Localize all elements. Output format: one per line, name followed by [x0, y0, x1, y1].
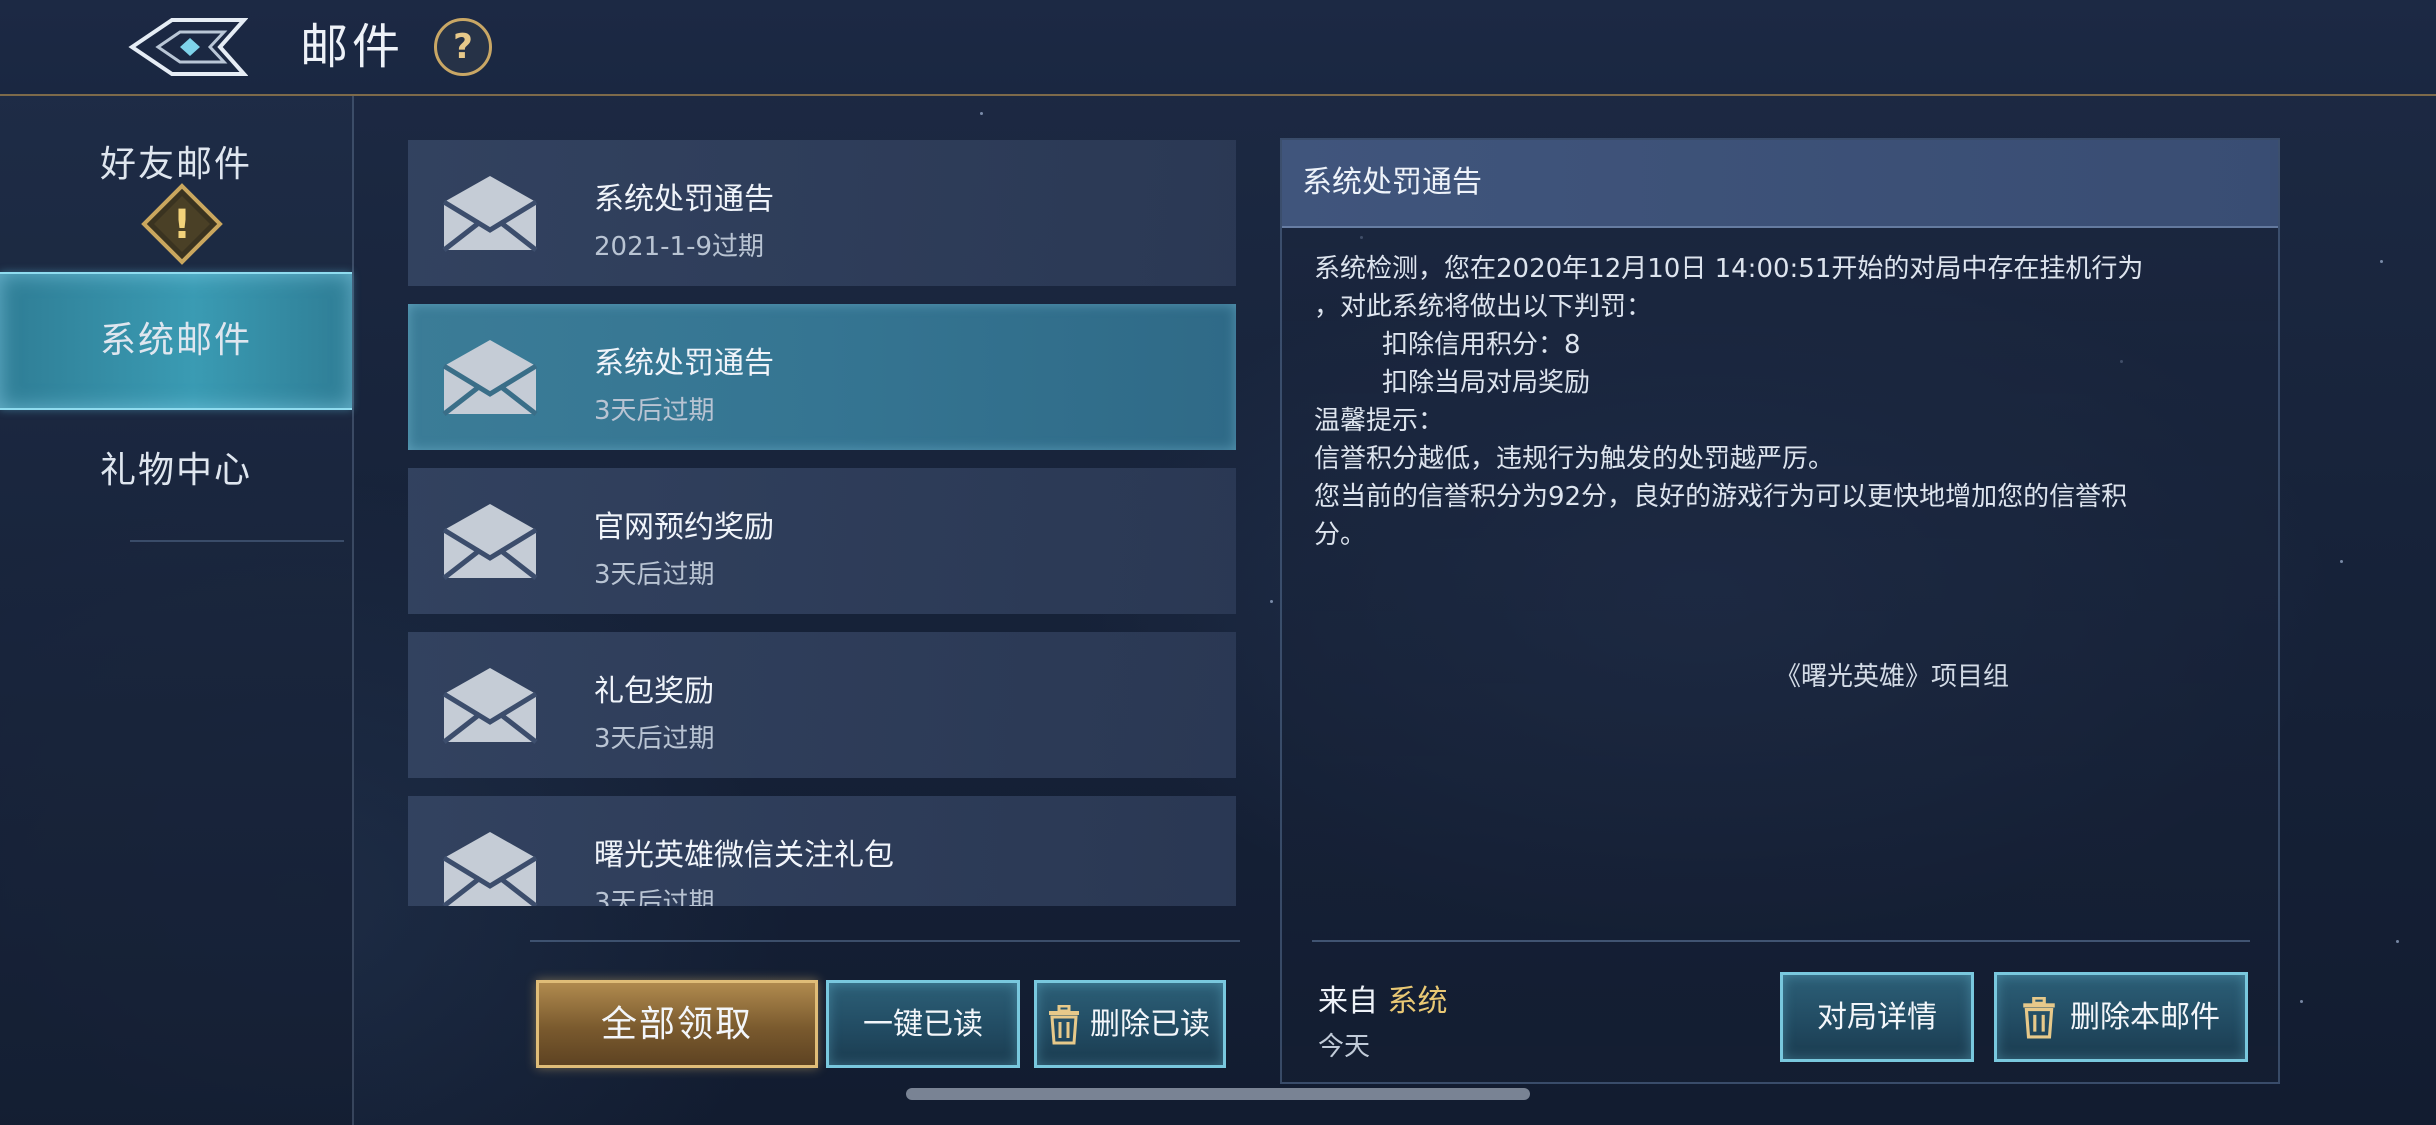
sidebar-item-label: 礼物中心 — [99, 450, 252, 491]
mail-body-line: 扣除信用积分：8 — [1382, 330, 1581, 360]
mail-body-line: 扣除当局对局奖励 — [1382, 368, 1591, 398]
sidebar-item-system-mail[interactable]: 系统邮件 — [0, 272, 352, 410]
claim-all-button[interactable]: 全部领取 — [536, 980, 818, 1068]
mail-title: 系统处罚通告 — [594, 346, 774, 381]
mail-body-line: 系统检测，您在2020年12月10日 14:00:51开始的对局中存在挂机行为 — [1314, 254, 2144, 284]
mail-detail-panel: 系统处罚通告 系统检测，您在2020年12月10日 14:00:51开始的对局中… — [1280, 138, 2280, 1084]
mail-list-item[interactable]: 系统处罚通告 2021-1-9过期 — [408, 140, 1236, 286]
mail-title: 礼包奖励 — [594, 674, 714, 709]
sidebar-divider — [130, 540, 344, 542]
envelope-icon — [442, 340, 538, 416]
mail-expiry: 3天后过期 — [594, 396, 715, 426]
mail-expiry: 3天后过期 — [594, 724, 715, 754]
mail-body-line: 信誉积分越低，违规行为触发的处罚越严厉。 — [1314, 444, 1835, 474]
mail-body-line: 分。 — [1314, 520, 1367, 550]
detail-header: 系统处罚通告 — [1282, 140, 2278, 228]
top-bar: 邮件 ? — [0, 0, 2436, 96]
mail-title: 官网预约奖励 — [594, 510, 774, 545]
sender-prefix: 来自 — [1318, 984, 1378, 1019]
mail-title: 系统处罚通告 — [594, 182, 774, 217]
sender-line: 来自 系统 — [1318, 976, 1448, 1020]
mail-signature: 《曙光英雄》项目组 — [1774, 662, 2009, 692]
detail-title: 系统处罚通告 — [1302, 165, 1482, 200]
envelope-icon — [442, 668, 538, 744]
mail-list-item[interactable]: 礼包奖励 3天后过期 — [408, 632, 1236, 778]
mail-expiry: 2021-1-9过期 — [594, 232, 765, 262]
sidebar-item-label: 系统邮件 — [99, 320, 252, 361]
delete-mail-button[interactable]: 删除本邮件 — [1994, 972, 2248, 1062]
mail-body-line: ，对此系统将做出以下判罚： — [1314, 292, 1653, 322]
warning-badge-text: ! — [173, 202, 191, 248]
sidebar-item-gift-center[interactable]: 礼物中心 — [0, 404, 352, 538]
mail-title: 曙光英雄微信关注礼包 — [594, 838, 894, 873]
mail-body: 系统检测，您在2020年12月10日 14:00:51开始的对局中存在挂机行为 … — [1314, 250, 2254, 554]
mail-body-line: 您当前的信誉积分为92分，良好的游戏行为可以更快地增加您的信誉积 — [1314, 482, 2128, 512]
mail-list-item-selected[interactable]: 系统处罚通告 3天后过期 — [408, 304, 1236, 450]
mail-date: 今天 — [1318, 1032, 1371, 1062]
detail-divider — [1312, 940, 2250, 942]
help-button[interactable]: ? — [434, 18, 492, 76]
delete-read-label: 删除已读 — [1090, 1007, 1210, 1042]
sidebar-item-label: 好友邮件 — [99, 144, 252, 185]
trash-icon — [1049, 1005, 1079, 1045]
mail-expiry: 3天后过期 — [594, 888, 715, 906]
delete-mail-label: 删除本邮件 — [2070, 1000, 2220, 1035]
mail-list-item[interactable]: 官网预约奖励 3天后过期 — [408, 468, 1236, 614]
mark-all-read-button[interactable]: 一键已读 — [826, 980, 1020, 1068]
warning-icon: ! — [141, 183, 223, 265]
sender-name: 系统 — [1387, 984, 1448, 1019]
match-details-button[interactable]: 对局详情 — [1780, 972, 1974, 1062]
envelope-icon — [442, 504, 538, 580]
list-divider — [530, 940, 1240, 942]
envelope-icon — [442, 832, 538, 906]
home-indicator[interactable] — [906, 1088, 1530, 1100]
back-arrow-icon[interactable] — [128, 14, 248, 80]
page-title: 邮件 — [300, 19, 405, 75]
mail-list-item[interactable]: 曙光英雄微信关注礼包 3天后过期 — [408, 796, 1236, 906]
mail-body-line: 温馨提示： — [1314, 406, 1445, 436]
envelope-icon — [442, 176, 538, 252]
mail-expiry: 3天后过期 — [594, 560, 715, 590]
trash-icon — [2023, 997, 2055, 1039]
mail-list: 系统处罚通告 2021-1-9过期 系统处罚通告 3天后过期 官网预约奖励 3天… — [408, 140, 1236, 906]
delete-read-button[interactable]: 删除已读 — [1034, 980, 1226, 1068]
